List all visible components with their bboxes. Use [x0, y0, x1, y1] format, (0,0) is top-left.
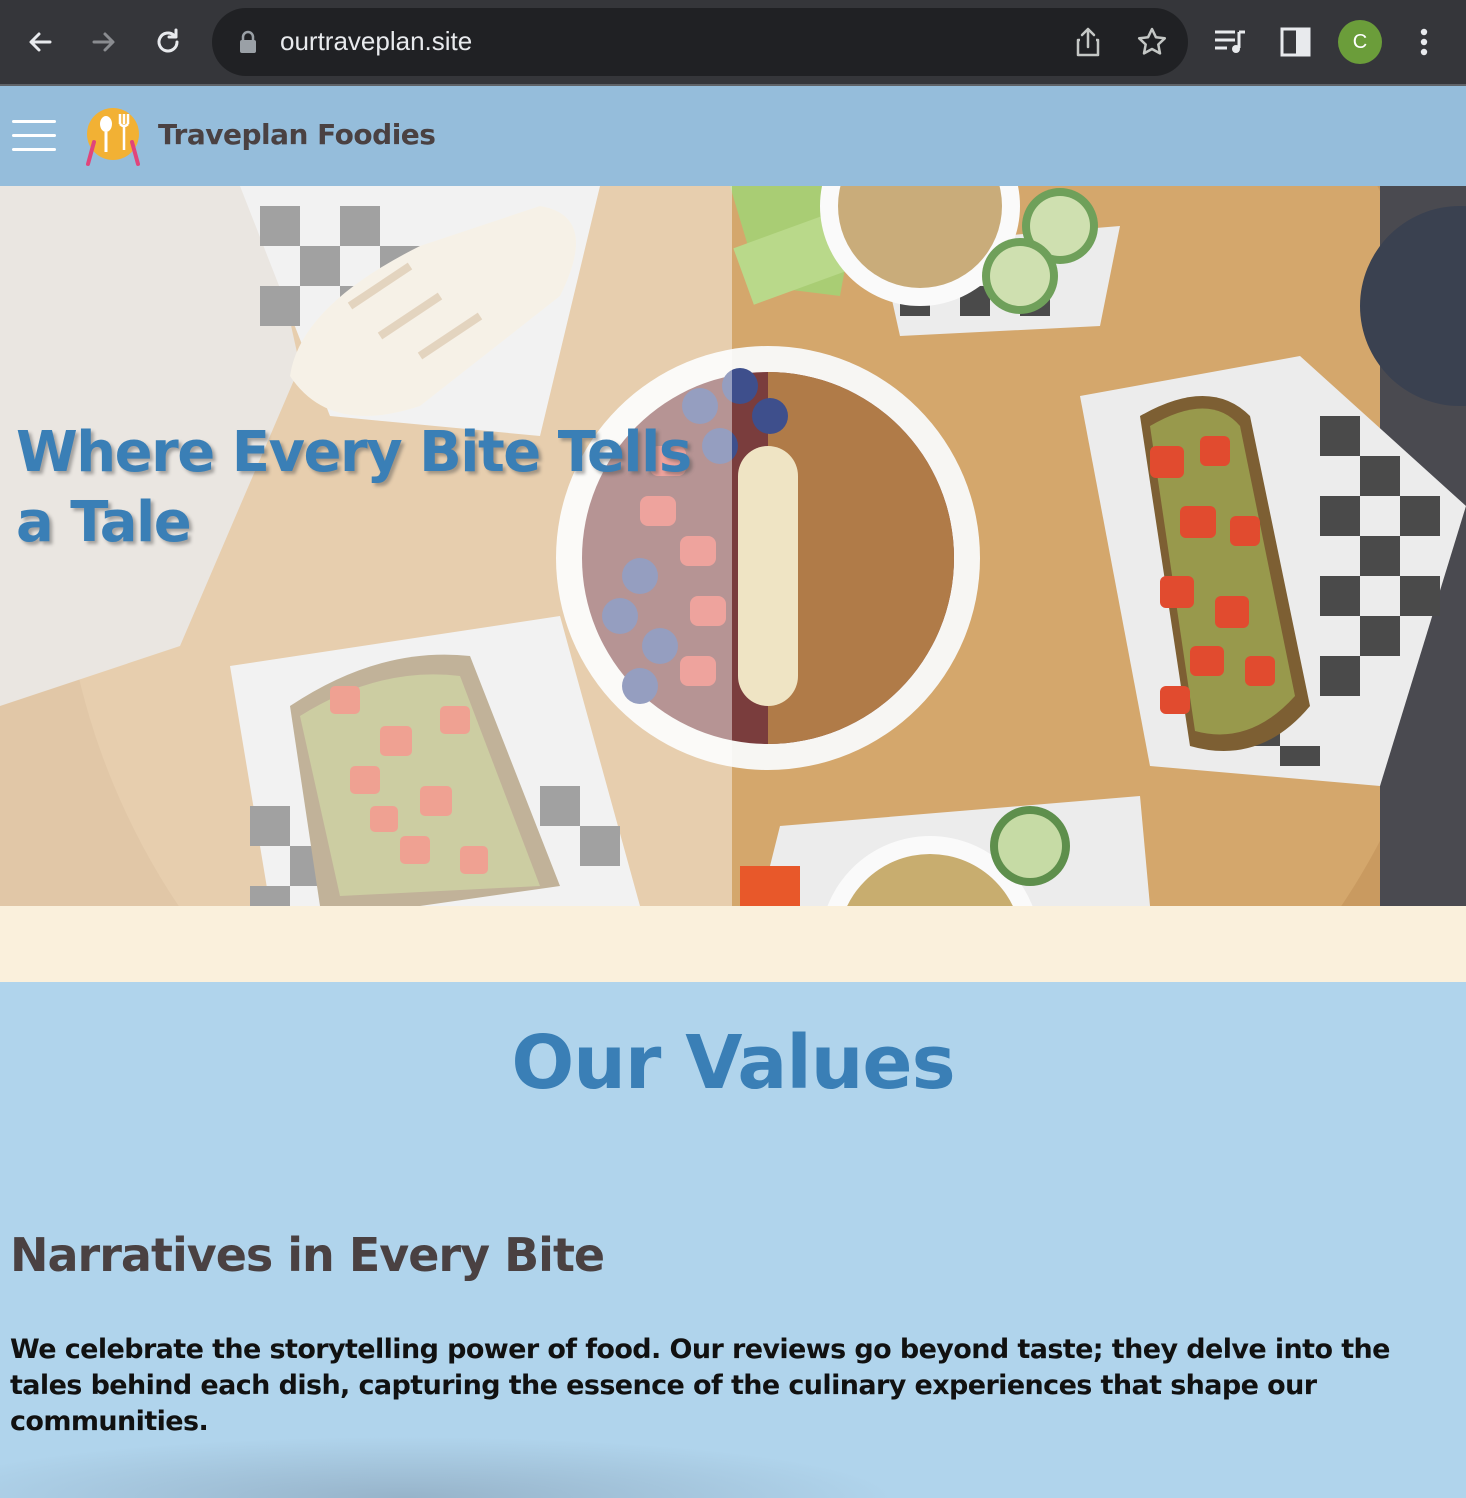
side-panel-icon[interactable] [1280, 27, 1312, 61]
reload-icon[interactable] [148, 22, 188, 62]
web-page: Traveplan Foodies Where Every Bite Tells… [0, 86, 1466, 1498]
forward-arrow-icon[interactable] [84, 22, 124, 62]
card-shadow [0, 1436, 900, 1498]
site-logo[interactable] [84, 104, 142, 168]
values-title: Our Values [511, 1020, 955, 1106]
address-bar[interactable]: ourtraveplan.site [212, 8, 1188, 76]
profile-avatar[interactable]: C [1338, 20, 1382, 64]
star-icon[interactable] [1136, 26, 1168, 62]
value-description: We celebrate the storytelling power of f… [10, 1334, 1390, 1437]
hamburger-menu-icon[interactable] [12, 118, 56, 154]
hero-banner: Where Every Bite Tells a Tale [0, 186, 1466, 906]
hero-title: Where Every Bite Tells a Tale [16, 420, 692, 555]
lock-icon[interactable] [238, 30, 258, 58]
media-queue-icon[interactable] [1212, 26, 1248, 62]
url-text[interactable]: ourtraveplan.site [280, 26, 472, 57]
value-heading: Narratives in Every Bite [10, 1228, 605, 1282]
share-icon[interactable] [1074, 26, 1102, 62]
browser-toolbar: ourtraveplan.site C [0, 0, 1466, 86]
profile-initial: C [1352, 30, 1368, 53]
site-header: Traveplan Foodies [0, 86, 1466, 186]
values-section: Our Values Narratives in Every Bite We c… [0, 982, 1466, 1498]
divider-band [0, 906, 1466, 982]
back-arrow-icon[interactable] [20, 22, 60, 62]
kebab-menu-icon[interactable] [1414, 26, 1434, 64]
brand-name[interactable]: Traveplan Foodies [158, 118, 436, 151]
